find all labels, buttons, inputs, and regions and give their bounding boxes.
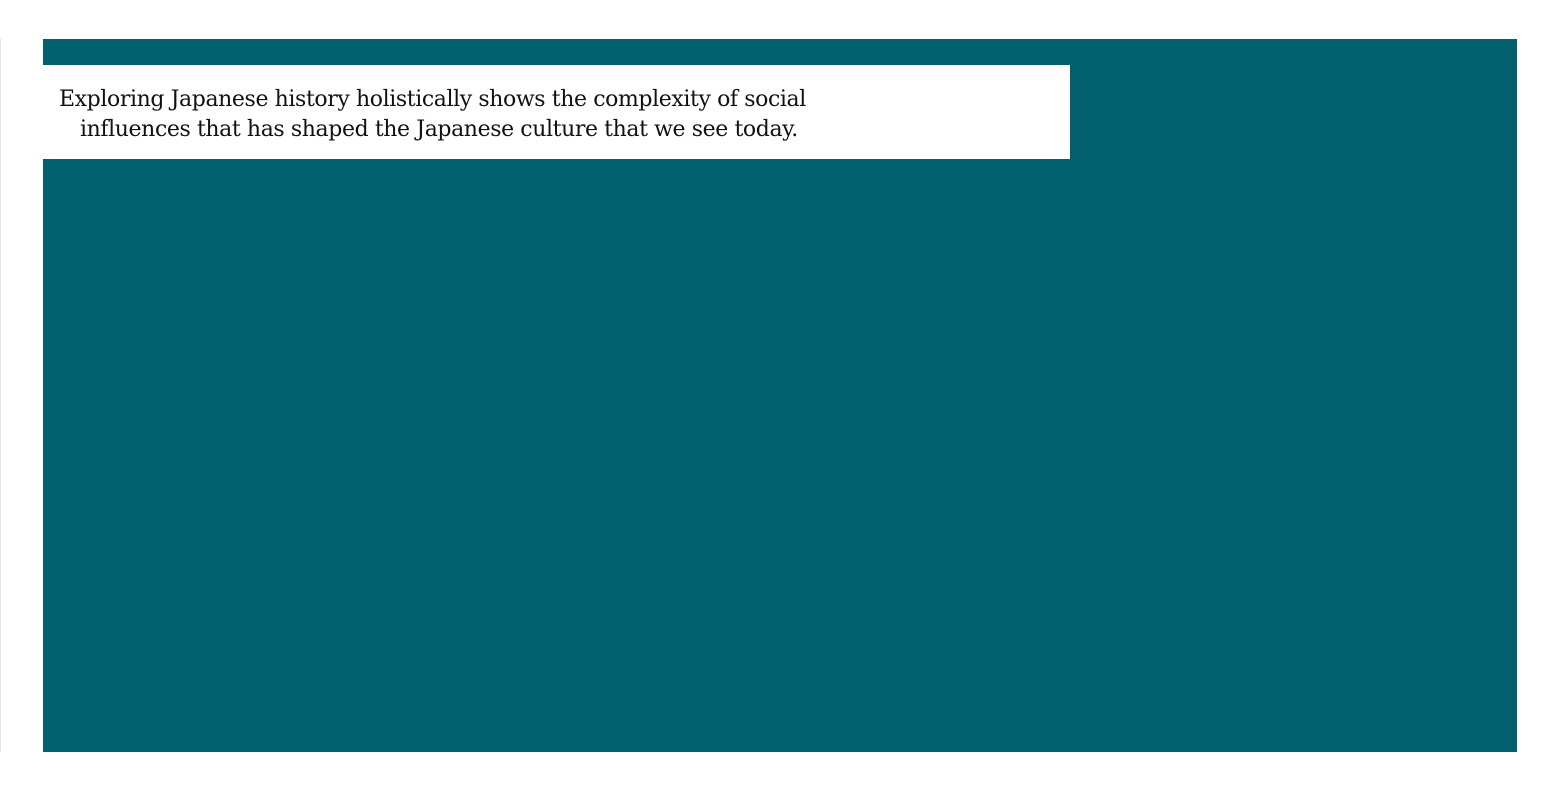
- caption-line-1: Exploring Japanese history holistically …: [59, 87, 806, 112]
- caption-box: Exploring Japanese history holistically …: [43, 65, 1070, 159]
- caption-line-2: influences that has shaped the Japanese …: [80, 117, 798, 142]
- left-edge-divider: [0, 39, 1, 752]
